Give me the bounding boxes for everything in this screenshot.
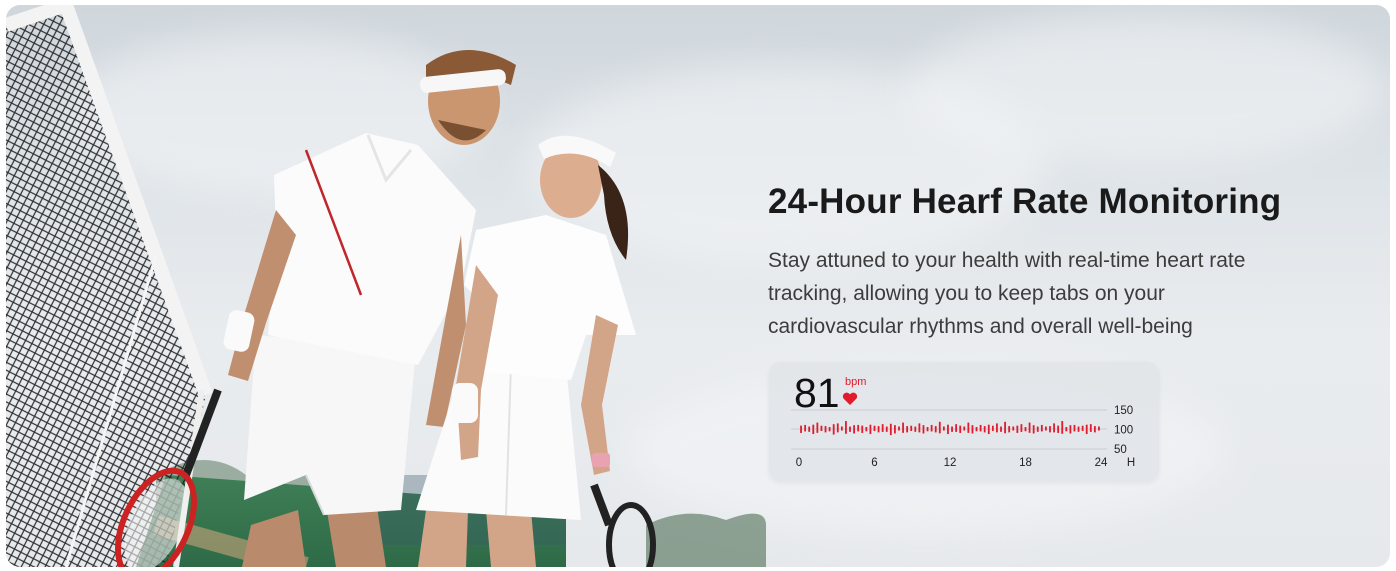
x-tick-label: 18	[1019, 457, 1032, 469]
y-tick-label: 100	[1114, 425, 1133, 437]
hr-bar	[832, 424, 835, 435]
hr-bar	[849, 426, 851, 432]
hr-bar	[1020, 424, 1023, 432]
hr-bar	[902, 422, 904, 433]
hr-bar	[975, 427, 978, 432]
y-tick-label: 150	[1114, 405, 1133, 417]
hr-bar	[873, 425, 876, 431]
hr-bar	[1028, 422, 1031, 433]
x-tick-label: 12	[944, 457, 957, 469]
hr-bar	[845, 421, 847, 434]
hr-bar	[983, 426, 986, 433]
hr-bar	[828, 427, 831, 432]
hr-bar	[996, 423, 998, 433]
tennis-couple-photo	[6, 5, 766, 567]
hr-bar	[812, 424, 815, 435]
hr-bar	[971, 425, 974, 434]
hr-bar	[824, 426, 827, 433]
feature-description: Stay attuned to your health with real-ti…	[768, 249, 1246, 338]
hr-bar	[808, 426, 811, 432]
hr-bar	[1049, 426, 1051, 433]
hr-bar	[857, 424, 860, 432]
hr-bar	[1065, 427, 1068, 432]
hr-bar	[906, 426, 909, 433]
hr-bar	[1024, 427, 1027, 432]
hr-bar	[869, 424, 872, 435]
hr-bar	[1081, 425, 1084, 431]
x-tick-label: 6	[871, 457, 877, 469]
hr-bar	[853, 425, 855, 434]
hr-bar	[877, 426, 880, 433]
hr-bar	[840, 426, 843, 431]
hr-bar	[1036, 426, 1039, 432]
hr-bar	[930, 424, 933, 432]
hr-bar	[1093, 426, 1096, 433]
hr-bar	[1057, 425, 1060, 433]
hr-bar	[1085, 424, 1088, 435]
hr-bar	[918, 423, 921, 433]
hr-bar	[865, 427, 868, 432]
hero-banner: 24-Hour Hearf Rate Monitoring Stay attun…	[6, 5, 1390, 567]
feature-text: 24-Hour Hearf Rate Monitoring Stay attun…	[768, 180, 1368, 343]
heart-rate-chart: 150 100 50 0 6 12 18 24 H	[791, 405, 1135, 469]
hr-bar	[816, 422, 819, 433]
hr-bar	[1016, 425, 1019, 433]
hr-bar	[1069, 425, 1072, 434]
hr-bar	[963, 426, 966, 431]
x-tick-label: 24	[1095, 457, 1108, 469]
hr-bar	[967, 422, 970, 433]
hr-bar	[910, 425, 913, 431]
hr-bar	[1045, 426, 1047, 431]
hr-bar	[820, 425, 823, 431]
hr-bar	[1004, 421, 1006, 434]
hr-bar	[804, 424, 807, 432]
feature-title: 24-Hour Hearf Rate Monitoring	[768, 182, 1282, 221]
hr-bar	[991, 425, 994, 431]
x-unit-label: H	[1127, 457, 1135, 469]
y-tick-label: 50	[1114, 444, 1127, 456]
hr-bar	[1073, 424, 1076, 432]
hr-bar	[898, 426, 900, 431]
hr-bar	[894, 425, 896, 434]
hr-bar	[1098, 426, 1100, 431]
hr-bar	[987, 424, 990, 435]
hr-bar	[1012, 426, 1015, 431]
hr-bar	[1053, 423, 1055, 433]
hr-bar	[934, 426, 937, 433]
x-tick-label: 0	[796, 457, 802, 469]
hr-bar	[942, 426, 945, 431]
heart-rate-widget: 81 bpm 150 100 50 0 6 12 18 24 H	[769, 362, 1159, 481]
hr-bar	[1077, 426, 1080, 432]
hr-bar	[979, 424, 982, 432]
hr-bar	[1000, 426, 1002, 432]
cloud	[906, 15, 1386, 165]
hr-bar	[881, 424, 884, 432]
hr-bar	[1040, 424, 1043, 432]
hr-bar	[800, 425, 802, 433]
hr-bar	[889, 423, 892, 436]
hr-bar	[947, 424, 949, 435]
hr-bar	[1008, 426, 1011, 433]
hr-bar	[959, 425, 962, 433]
hr-bar	[926, 427, 929, 432]
hr-bar	[1089, 424, 1092, 432]
hr-bar	[938, 421, 941, 434]
hr-bar	[1032, 425, 1035, 434]
hr-bar	[922, 425, 925, 434]
hr-bar	[885, 426, 888, 432]
hr-bar	[955, 424, 958, 432]
hr-bar	[951, 426, 953, 432]
hr-bar	[1061, 421, 1064, 434]
hr-bar	[836, 423, 839, 433]
hr-bar	[914, 426, 917, 432]
hr-bar	[861, 425, 864, 433]
